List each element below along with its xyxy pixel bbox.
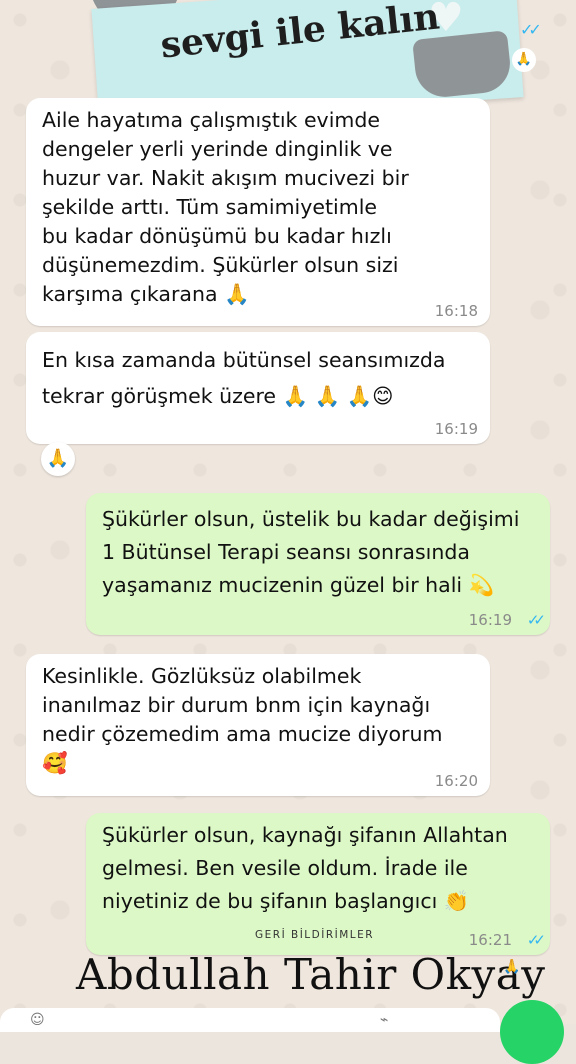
message-text: Kesinlikle. Gözlüksüz olabilmek inanılma… [42,664,443,775]
message-bubble-incoming[interactable]: Aile hayatıma çalışmıştık evimde dengele… [26,98,490,326]
signature-text: Abdullah Tahir Okyay [76,950,546,999]
feedback-label: GERİ BİLDİRİMLER [255,929,375,941]
message-bubble-outgoing[interactable]: Şükürler olsun, üstelik bu kadar değişim… [86,493,550,635]
message-time: 16:19 [468,611,512,629]
message-text: En kısa zamanda bütünsel seansımızda tek… [42,348,446,408]
message-time: 16:21 [468,931,512,949]
message-time: 16:19 [434,420,478,438]
message-text: Aile hayatıma çalışmıştık evimde dengele… [42,108,409,306]
message-text: Şükürler olsun, kaynağı şifanın Allahtan… [102,823,508,913]
double-check-icon: ✓✓ [520,20,542,39]
message-time: 16:18 [434,302,478,320]
message-input-bar[interactable] [0,1008,500,1032]
attach-icon[interactable]: ⌁ [380,1012,388,1028]
message-bubble-incoming[interactable]: Kesinlikle. Gözlüksüz olabilmek inanılma… [26,654,490,796]
double-check-icon: ✓✓ [526,611,546,629]
mic-button[interactable] [500,1000,564,1064]
double-check-icon: ✓✓ [526,931,546,949]
message-text: Şükürler olsun, üstelik bu kadar değişim… [102,507,520,597]
reaction-badge[interactable]: 🙏 [500,955,524,979]
message-bubble-incoming[interactable]: En kısa zamanda bütünsel seansımızda tek… [26,332,490,444]
reaction-badge[interactable]: 🙏 [512,48,536,72]
reaction-badge[interactable]: 🙏 [41,442,75,476]
emoji-icon[interactable]: ☺ [30,1012,45,1028]
message-time: 16:20 [434,772,478,790]
